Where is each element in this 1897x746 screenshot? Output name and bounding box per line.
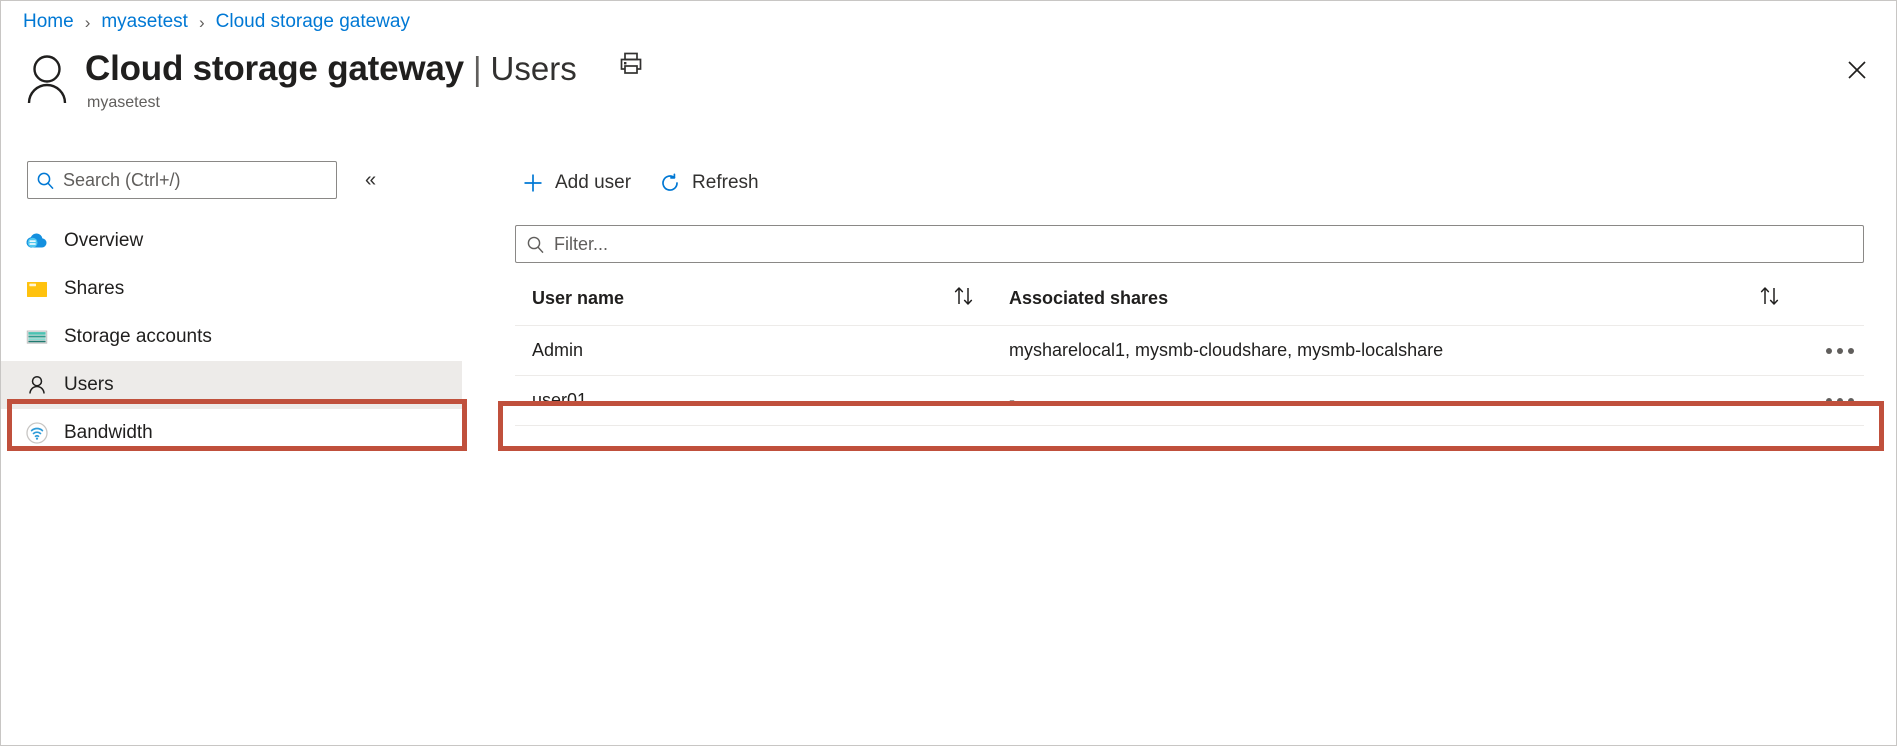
sidebar-item-shares[interactable]: Shares <box>1 265 471 313</box>
sort-updown-icon <box>950 285 978 307</box>
sidebar-item-label: Storage accounts <box>64 326 212 348</box>
row-actions-cell <box>1816 376 1864 426</box>
breadcrumb-item-cloud-storage-gateway[interactable]: Cloud storage gateway <box>216 11 410 33</box>
bandwidth-icon <box>23 419 51 447</box>
user-icon <box>23 371 51 399</box>
cloud-icon <box>23 227 51 255</box>
cell-spacer <box>1756 376 1816 426</box>
more-actions-icon[interactable] <box>1816 348 1864 354</box>
search-icon <box>526 235 545 254</box>
sidebar-item-label: Overview <box>64 230 143 252</box>
search-input[interactable]: Search (Ctrl+/) <box>27 161 337 199</box>
sidebar-nav-list: Overview Shares <box>1 217 471 457</box>
sort-updown-icon <box>1756 285 1784 307</box>
breadcrumb-separator: › <box>199 14 205 31</box>
close-icon[interactable] <box>1840 53 1874 87</box>
sidebar-item-storage-accounts[interactable]: Storage accounts <box>1 313 471 361</box>
sidebar-item-label: Users <box>64 374 114 396</box>
sidebar-search-row: Search (Ctrl+/) « <box>1 161 471 199</box>
azure-portal-blade: Home › myasetest › Cloud storage gateway… <box>0 0 1897 746</box>
column-header-user-name[interactable]: User name <box>515 271 950 326</box>
table-row-admin[interactable]: Admin mysharelocal1, mysmb-cloudshare, m… <box>515 326 1864 376</box>
cell-spacer <box>950 376 992 426</box>
page-section-title: Users <box>491 50 577 88</box>
cell-spacer <box>950 326 992 376</box>
command-bar: Add user Refresh <box>504 161 1878 205</box>
storage-account-icon <box>23 323 51 351</box>
cell-associated-shares: - <box>992 376 1756 426</box>
search-placeholder: Search (Ctrl+/) <box>63 170 181 191</box>
refresh-button[interactable]: Refresh <box>659 172 759 194</box>
blade-header: Cloud storage gateway | Users myasetest <box>23 49 645 115</box>
search-icon <box>36 171 55 190</box>
table-header-row: User name Associated shares <box>515 271 1864 326</box>
sidebar-item-bandwidth[interactable]: Bandwidth <box>1 409 471 457</box>
cell-user-name: Admin <box>515 326 950 376</box>
sort-associated-shares-button[interactable] <box>1756 271 1816 326</box>
sidebar-item-label: Bandwidth <box>64 422 153 444</box>
table-row-user01[interactable]: user01 - <box>515 376 1864 426</box>
column-header-associated-shares[interactable]: Associated shares <box>992 271 1756 326</box>
sidebar-item-users[interactable]: Users <box>1 361 462 409</box>
more-actions-icon[interactable] <box>1816 398 1864 404</box>
sidebar-item-overview[interactable]: Overview <box>1 217 471 265</box>
printer-icon[interactable] <box>617 49 645 77</box>
row-actions-cell <box>1816 326 1864 376</box>
refresh-label: Refresh <box>692 172 759 194</box>
column-header-actions <box>1816 271 1864 326</box>
plus-icon <box>522 172 544 194</box>
filter-placeholder: Filter... <box>554 234 608 255</box>
folder-icon <box>23 275 51 303</box>
page-subtitle: myasetest <box>87 94 645 112</box>
breadcrumb: Home › myasetest › Cloud storage gateway <box>23 7 410 37</box>
add-user-label: Add user <box>555 172 631 194</box>
users-table: User name Associated shares <box>515 271 1864 426</box>
sidebar-item-label: Shares <box>64 278 124 300</box>
user-outline-icon <box>23 51 71 107</box>
title-divider: | <box>473 50 482 88</box>
cell-user-name: user01 <box>515 376 950 426</box>
page-title: Cloud storage gateway <box>85 49 464 89</box>
cell-spacer <box>1756 326 1816 376</box>
breadcrumb-separator: › <box>85 14 91 31</box>
cell-associated-shares: mysharelocal1, mysmb-cloudshare, mysmb-l… <box>992 326 1756 376</box>
sort-user-name-button[interactable] <box>950 271 992 326</box>
breadcrumb-item-home[interactable]: Home <box>23 11 74 33</box>
blade-sidebar: Search (Ctrl+/) « Overview <box>1 161 471 541</box>
blade-content: Add user Refresh Filter... <box>504 161 1878 426</box>
collapse-sidebar-button[interactable]: « <box>359 166 382 194</box>
breadcrumb-item-myasetest[interactable]: myasetest <box>101 11 188 33</box>
refresh-icon <box>659 172 681 194</box>
add-user-button[interactable]: Add user <box>522 172 631 194</box>
filter-input[interactable]: Filter... <box>515 225 1864 263</box>
